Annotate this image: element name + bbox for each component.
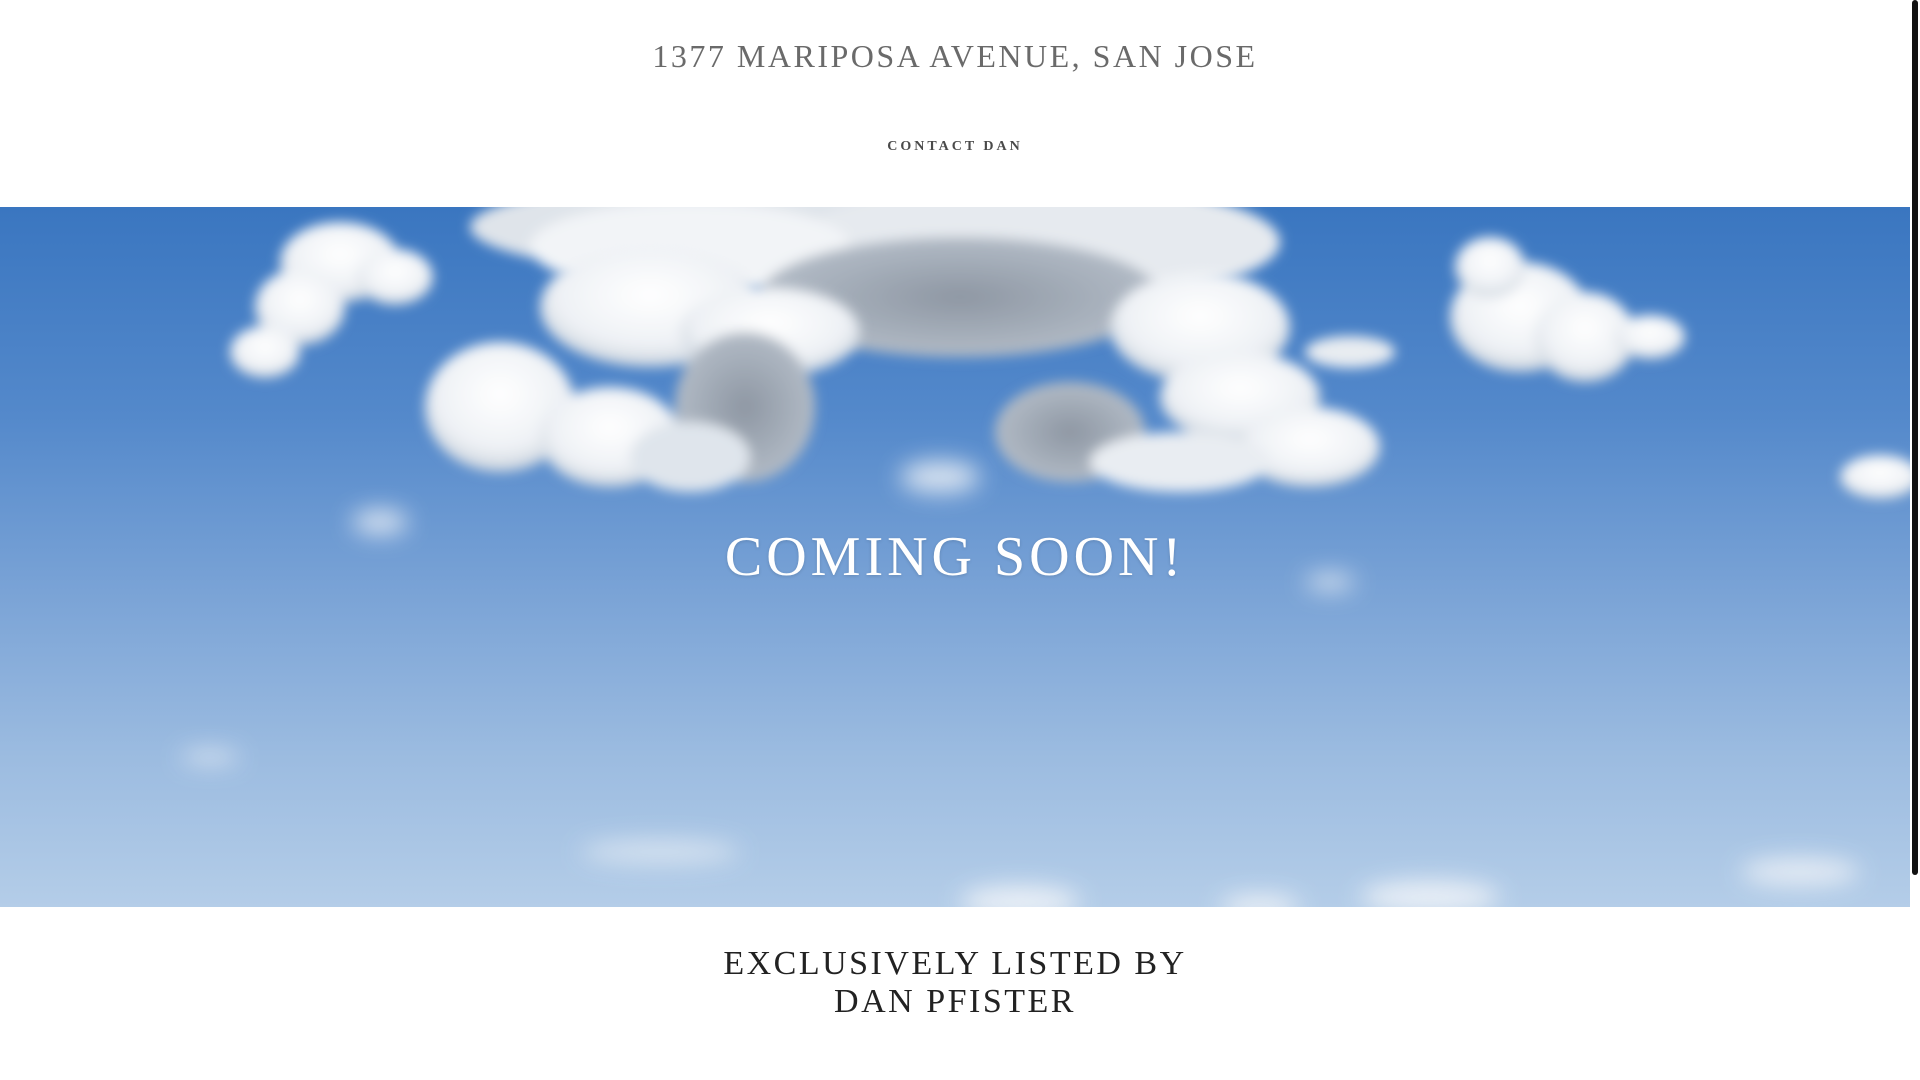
site-header: 1377 MARIPOSA AVENUE, SAN JOSE CONTACT D… xyxy=(0,0,1910,207)
listing-agent-name: DAN PFISTER xyxy=(834,983,1076,1020)
cloud-right xyxy=(1450,237,1910,499)
listing-line-1: EXCLUSIVELY LISTED BY xyxy=(723,945,1187,982)
scrollbar-thumb[interactable] xyxy=(1912,0,1918,875)
nav-contact-link[interactable]: CONTACT DAN xyxy=(887,139,1023,154)
site-title-link[interactable]: 1377 MARIPOSA AVENUE, SAN JOSE xyxy=(0,38,1910,75)
main-nav: CONTACT DAN xyxy=(0,137,1910,155)
hero-heading: COMING SOON! xyxy=(724,526,1186,588)
listing-info: EXCLUSIVELY LISTED BY DAN PFISTER xyxy=(0,945,1910,1021)
hero-banner: COMING SOON! xyxy=(0,207,1910,907)
page: 1377 MARIPOSA AVENUE, SAN JOSE CONTACT D… xyxy=(0,0,1920,1080)
cloud-left xyxy=(230,222,433,378)
